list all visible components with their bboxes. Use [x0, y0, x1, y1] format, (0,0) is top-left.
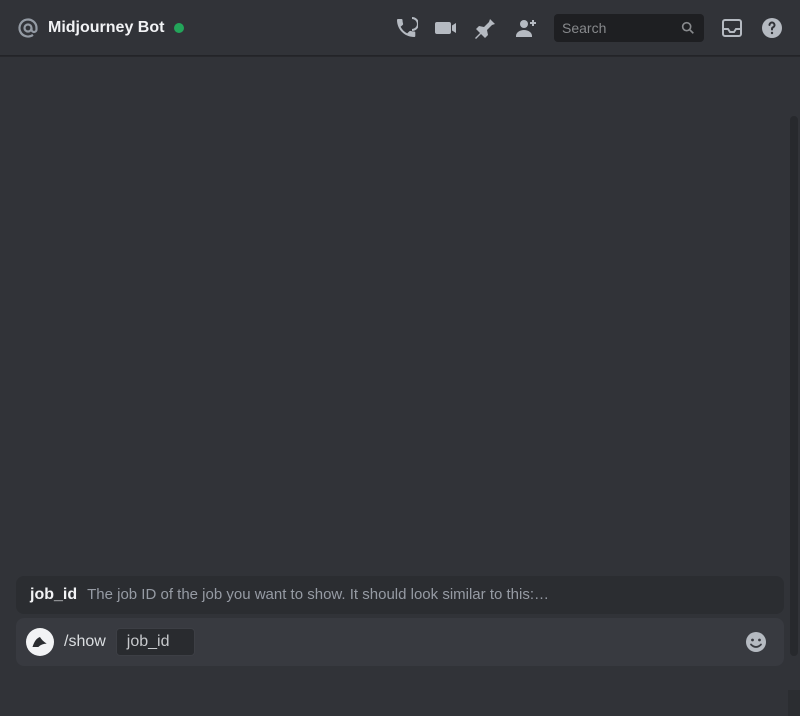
search-icon [680, 20, 696, 36]
help-icon[interactable] [760, 16, 784, 40]
channel-title: Midjourney Bot [48, 19, 164, 37]
chat-scrollbar[interactable] [790, 116, 798, 656]
message-input-bar[interactable]: /show job_id [16, 618, 784, 666]
channel-header: Midjourney Bot [0, 0, 800, 56]
header-toolbar [394, 14, 784, 42]
chat-area: job_id The job ID of the job you want to… [0, 56, 800, 690]
status-online-dot [174, 23, 184, 33]
video-call-icon[interactable] [434, 16, 458, 40]
emoji-picker-icon[interactable] [744, 630, 768, 654]
command-suggestion[interactable]: job_id The job ID of the job you want to… [16, 576, 784, 614]
at-icon [16, 16, 40, 40]
search-box[interactable] [554, 14, 704, 42]
bot-avatar [26, 628, 54, 656]
param-chip[interactable]: job_id [116, 628, 195, 656]
voice-call-icon[interactable] [394, 16, 418, 40]
search-input[interactable] [562, 20, 680, 36]
add-friend-icon[interactable] [514, 16, 538, 40]
messages-pane [0, 56, 800, 576]
command-text: /show [64, 633, 106, 651]
suggestion-description: The job ID of the job you want to show. … [87, 586, 549, 603]
inbox-icon[interactable] [720, 16, 744, 40]
suggestion-param-name: job_id [30, 586, 77, 604]
pin-icon[interactable] [474, 16, 498, 40]
